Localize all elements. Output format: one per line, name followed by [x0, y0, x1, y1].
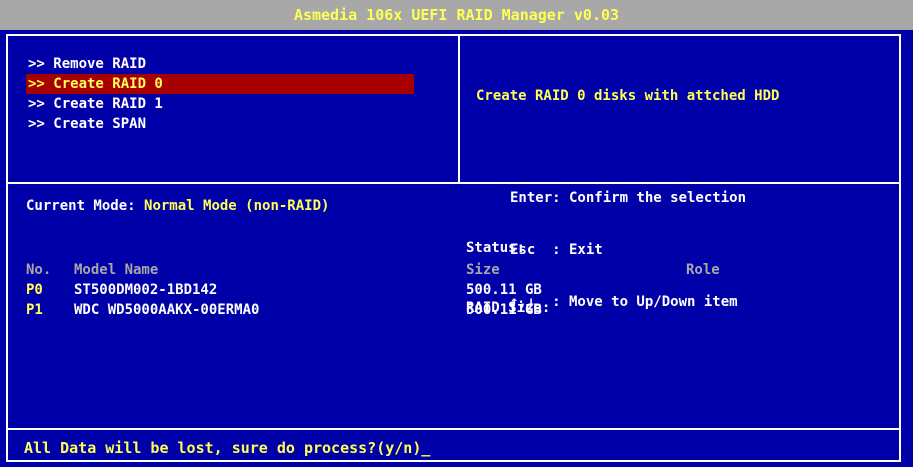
- current-mode: Current Mode: Normal Mode (non-RAID): [26, 198, 329, 214]
- disk-model: ST500DM002-1BD142: [74, 282, 218, 298]
- main-frame: >> Remove RAID >> Create RAID 0 >> Creat…: [6, 34, 901, 462]
- current-mode-label: Current Mode:: [26, 198, 136, 214]
- disk-table: No. Model Name Size Role P0 ST500DM002-1…: [26, 260, 906, 320]
- disk-size: 500.11 GB: [466, 282, 542, 298]
- disk-model: WDC WD5000AAKX-00ERMA0: [74, 302, 260, 318]
- help-line-esc: Esc : Exit: [510, 242, 603, 258]
- table-row[interactable]: P0 ST500DM002-1BD142 500.11 GB: [26, 280, 906, 300]
- table-row[interactable]: P1 WDC WD5000AAKX-00ERMA0 500.11 GB: [26, 300, 906, 320]
- confirm-prompt[interactable]: All Data will be lost, sure do process?(…: [24, 438, 430, 458]
- window-title: Asmedia 106x UEFI RAID Manager v0.03: [0, 0, 913, 30]
- menu-item-create-span[interactable]: >> Create SPAN: [26, 114, 414, 134]
- divider-vertical: [458, 36, 460, 182]
- raid-menu: >> Remove RAID >> Create RAID 0 >> Creat…: [26, 54, 414, 134]
- header-no: No.: [26, 262, 52, 278]
- help-title: Create RAID 0 disks with attched HDD: [476, 88, 780, 104]
- disk-size: 500.11 GB: [466, 302, 542, 318]
- menu-item-create-raid0[interactable]: >> Create RAID 0: [26, 74, 414, 94]
- table-header: No. Model Name Size Role: [26, 260, 906, 280]
- disk-port: P1: [26, 302, 43, 318]
- header-size: Size: [466, 262, 500, 278]
- divider-horizontal-bottom: [8, 428, 899, 430]
- menu-item-remove-raid[interactable]: >> Remove RAID: [26, 54, 414, 74]
- header-role: Role: [686, 262, 720, 278]
- help-line-enter: Enter: Confirm the selection: [510, 190, 747, 206]
- status-label: Status:: [466, 240, 526, 256]
- header-model: Model Name: [74, 262, 159, 278]
- menu-item-create-raid1[interactable]: >> Create RAID 1: [26, 94, 414, 114]
- disk-port: P0: [26, 282, 43, 298]
- current-mode-value: Normal Mode (non-RAID): [144, 198, 330, 214]
